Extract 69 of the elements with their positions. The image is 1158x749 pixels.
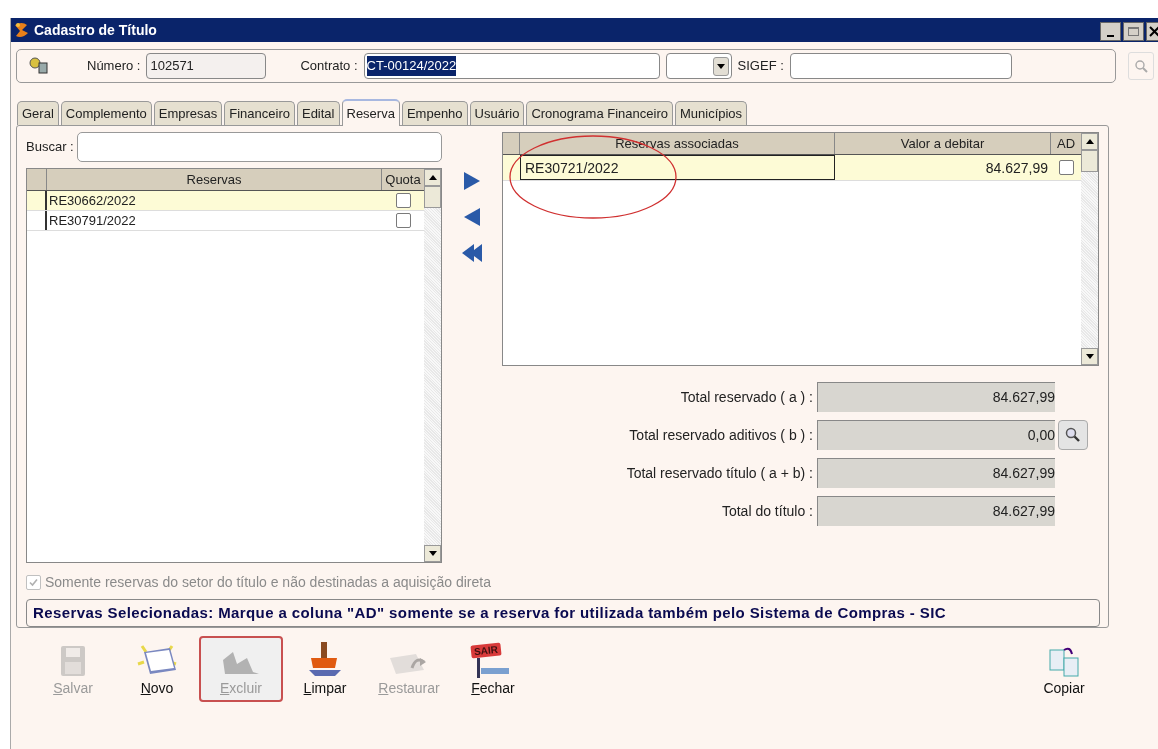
table-cell-text: RE30791/2022	[48, 212, 137, 230]
total-label: Total reservado título ( a + b) :	[625, 463, 814, 483]
search-icon	[1065, 427, 1081, 443]
add-arrow-icon[interactable]	[464, 172, 480, 190]
window-title: Cadastro de Título	[34, 20, 157, 40]
scroll-up-icon[interactable]	[1085, 139, 1094, 144]
scrollbar[interactable]	[424, 169, 441, 562]
checkbox-label: Somente reservas do setor do título e não destinadas a aquisição direta	[45, 573, 491, 592]
search-icon	[1134, 59, 1148, 73]
maximize-button[interactable]	[1123, 21, 1144, 41]
total-field: 84.627,99	[817, 382, 1055, 412]
toolbar-button[interactable]: SAIR Fechar	[451, 636, 535, 702]
sigef-field[interactable]	[789, 53, 1012, 79]
total-label: Total reservado ( a ) :	[679, 387, 814, 407]
numero-field[interactable]: 102571	[146, 53, 267, 79]
scroll-thumb[interactable]	[1081, 150, 1098, 172]
scroll-down-icon[interactable]	[428, 551, 437, 556]
column-header[interactable]: Quota	[382, 169, 424, 190]
tab[interactable]: Geral	[17, 101, 59, 125]
tab[interactable]: Edital	[296, 101, 340, 125]
checkbox[interactable]	[1058, 160, 1074, 175]
search-button[interactable]	[1058, 420, 1088, 450]
total-field: 0,00	[817, 420, 1055, 450]
table-cell-text: 84.627,99	[984, 159, 1049, 178]
scroll-thumb[interactable]	[424, 186, 441, 208]
remove-arrow-icon[interactable]	[464, 208, 480, 226]
table-cell-text: RE30662/2022	[48, 192, 137, 210]
close-button[interactable]	[1146, 21, 1158, 41]
tab[interactable]: Municípios	[674, 101, 748, 125]
copy-icon	[1048, 646, 1080, 678]
table-row[interactable]: RE30662/2022	[27, 191, 424, 211]
buscar-label: Buscar :	[26, 138, 74, 157]
tab[interactable]: Empresas	[153, 101, 223, 125]
numero-label: Número :	[87, 57, 141, 76]
check-icon	[28, 577, 39, 588]
message-box: Reservas Selecionadas: Marque a coluna "AD" somente se a reserva for utilizada também pelo Sistema de Compras - SIC	[26, 599, 1100, 627]
total-field: 84.627,99	[817, 458, 1055, 488]
column-header[interactable]: Valor a debitar	[835, 133, 1051, 154]
remove-all-arrow-icon[interactable]	[462, 244, 482, 262]
scroll-down-icon[interactable]	[1085, 354, 1094, 359]
scrollbar[interactable]	[1081, 133, 1098, 365]
keys-icon	[29, 57, 49, 75]
column-header[interactable]: AD	[1051, 133, 1081, 154]
tab[interactable]: Reserva	[341, 99, 400, 126]
toolbar-button[interactable]: Copiar	[1022, 636, 1106, 702]
total-field: 84.627,99	[817, 496, 1055, 526]
dropdown[interactable]	[665, 53, 732, 79]
sigef-label: SIGEF :	[737, 57, 784, 76]
total-label: Total do título :	[720, 501, 814, 521]
caret-icon	[716, 63, 725, 69]
column-header[interactable]: Reservas	[47, 169, 382, 190]
tab[interactable]: Usuário	[469, 101, 525, 125]
minimize-button[interactable]	[1100, 21, 1121, 41]
table-cell: RE30721/2022	[520, 155, 835, 180]
tab[interactable]: Empenho	[401, 101, 468, 125]
checkbox[interactable]	[395, 213, 411, 228]
total-label: Total reservado aditivos ( b ) :	[628, 425, 814, 445]
search-field[interactable]	[76, 132, 442, 162]
contrato-field[interactable]: CT-00124/2022	[363, 53, 660, 79]
scroll-up-icon[interactable]	[428, 175, 437, 180]
tab[interactable]: Financeiro	[224, 101, 295, 125]
table-row[interactable]: RE30721/2022 84.627,99	[503, 155, 1081, 181]
contrato-label: Contrato :	[300, 57, 358, 76]
tab[interactable]: Complemento	[60, 101, 152, 125]
toolbar-button[interactable]: Limpar	[283, 636, 367, 702]
checkbox[interactable]	[395, 193, 411, 208]
table-row[interactable]: RE30791/2022	[27, 211, 424, 231]
toolbar-button[interactable]: Novo	[115, 636, 199, 702]
tab[interactable]: Cronograma Financeiro	[526, 101, 673, 125]
